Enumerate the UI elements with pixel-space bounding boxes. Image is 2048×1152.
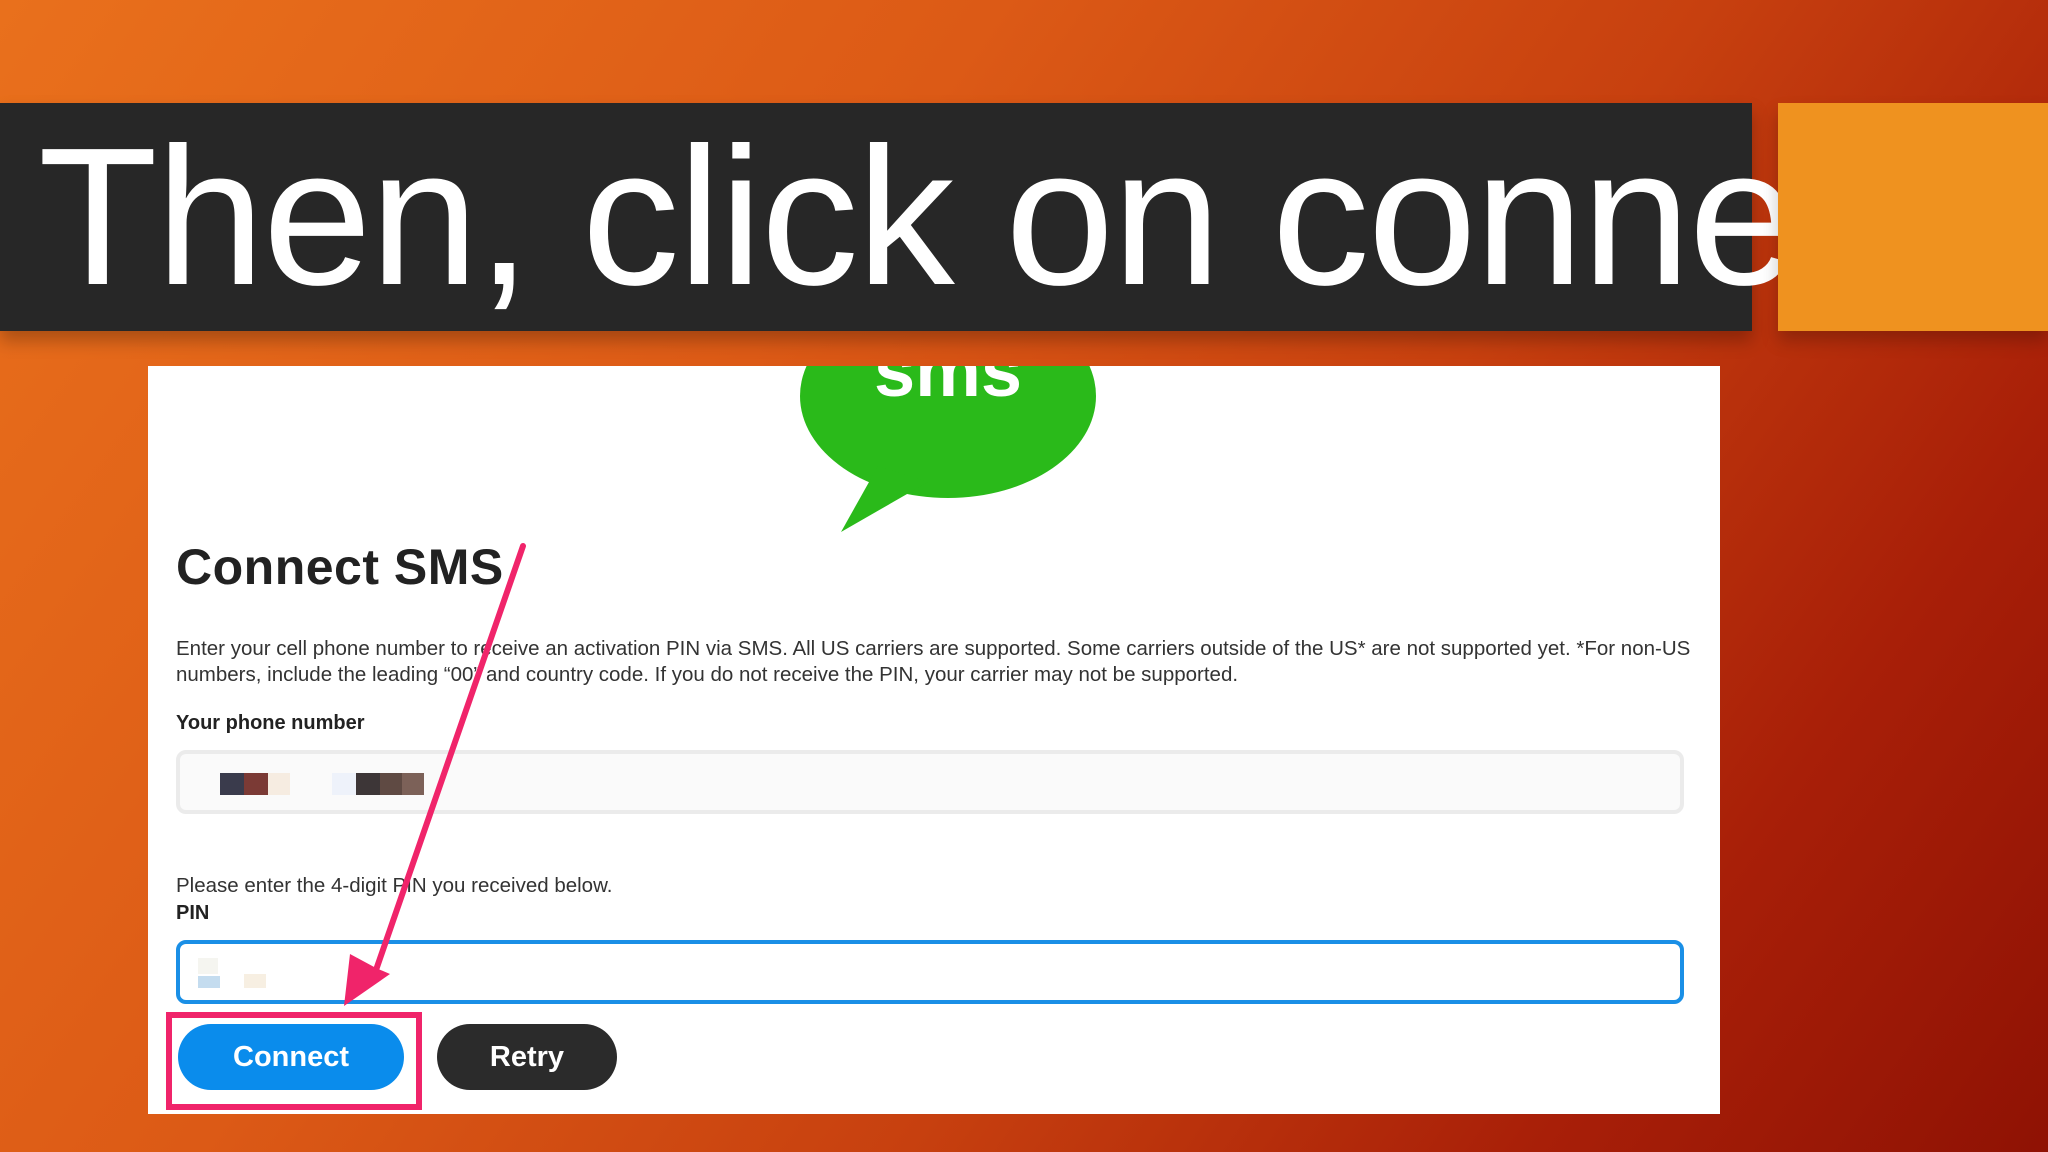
redacted-phone-digits — [332, 773, 356, 795]
connect-sms-screenshot: sms Connect SMS Enter your cell phone nu… — [148, 366, 1720, 1114]
sms-logo-text: sms — [874, 366, 1022, 412]
redacted-phone-digits — [356, 773, 380, 795]
page-title: Connect SMS — [176, 539, 504, 595]
redacted-pin-digits — [198, 958, 218, 974]
instructions-text: Enter your cell phone number to receive … — [176, 637, 1691, 686]
redacted-phone-digits — [268, 773, 290, 795]
redacted-phone-digits — [220, 773, 244, 795]
redacted-phone-digits — [244, 773, 268, 795]
retry-button[interactable]: Retry — [437, 1024, 617, 1090]
redacted-pin-digits — [198, 976, 220, 988]
phone-number-label: Your phone number — [176, 712, 365, 734]
redacted-phone-digits — [402, 773, 424, 795]
redacted-pin-digits — [244, 974, 266, 988]
pin-label: PIN — [176, 902, 210, 924]
pin-instructions-text: Please enter the 4-digit PIN you receive… — [176, 874, 613, 897]
sms-speech-bubble-icon: sms — [800, 366, 1096, 532]
connect-button[interactable]: Connect — [178, 1024, 404, 1090]
phone-number-input[interactable] — [176, 750, 1684, 814]
orange-accent-block — [1778, 103, 2048, 331]
title-banner: Then, click on connect — [0, 103, 1946, 331]
pin-input[interactable] — [176, 940, 1684, 1004]
redacted-phone-digits — [380, 773, 402, 795]
slide-title: Then, click on connect — [38, 107, 1946, 326]
